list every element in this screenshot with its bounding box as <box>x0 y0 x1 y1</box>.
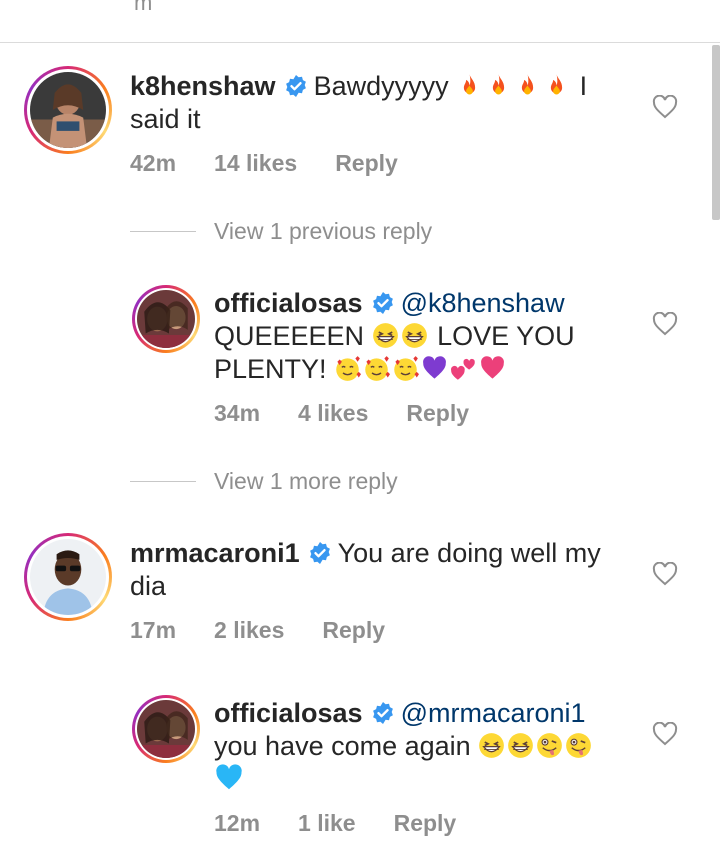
comment-likes[interactable]: 1 like <box>298 810 356 836</box>
avatar[interactable] <box>132 695 200 763</box>
comment-text-tail: I <box>579 71 588 101</box>
comment-time: 12m <box>214 810 261 836</box>
comment-text-line2: said it <box>130 104 201 134</box>
scrollbar[interactable] <box>712 45 720 220</box>
comment-time: 34m <box>214 400 261 426</box>
comment-text: you have come again <box>214 731 471 761</box>
comment-time: 42m <box>130 150 177 176</box>
comment-text: QUEEEEEN <box>214 321 365 351</box>
grinning-squinting-emoji-icon <box>508 733 534 758</box>
mention-link[interactable]: @mrmacaroni1 <box>401 698 586 728</box>
grinning-squinting-emoji-icon <box>479 733 505 758</box>
view-more-reply[interactable]: View 1 more reply <box>214 468 398 495</box>
comment-username[interactable]: mrmacaroni1 <box>130 538 300 568</box>
smiling-hearts-emoji-icon <box>394 356 420 381</box>
verified-badge-icon <box>372 702 393 724</box>
comment-time: 17m <box>130 617 177 643</box>
reply-button[interactable]: Reply <box>394 810 457 836</box>
zany-face-emoji-icon <box>566 733 592 758</box>
avatar[interactable] <box>24 533 112 621</box>
view-replies-line <box>130 481 196 482</box>
comment-text: Bawdyyyyy <box>313 71 449 101</box>
grinning-squinting-emoji-icon <box>401 323 427 348</box>
mention-link[interactable]: @k8henshaw <box>401 288 565 318</box>
avatar[interactable] <box>24 66 112 154</box>
two-hearts-emoji-icon <box>451 358 475 380</box>
verified-badge-icon <box>285 75 306 97</box>
fire-emoji-icon <box>493 74 505 95</box>
pink-heart-emoji-icon <box>481 356 504 379</box>
like-heart-icon[interactable] <box>652 95 678 119</box>
verified-badge-icon <box>309 542 330 564</box>
fire-emoji-icon <box>464 74 476 95</box>
fire-emoji-icon <box>551 74 563 95</box>
divider <box>0 42 720 43</box>
previous-comment-partial: m <box>134 0 153 15</box>
comment-likes[interactable]: 2 likes <box>214 617 284 643</box>
comment-likes[interactable]: 14 likes <box>214 150 297 176</box>
comment-username[interactable]: officialosas <box>214 698 363 728</box>
smiling-hearts-emoji-icon <box>365 356 391 381</box>
comment-likes[interactable]: 4 likes <box>298 400 368 426</box>
comment-username[interactable]: officialosas <box>214 288 363 318</box>
smiling-hearts-emoji-icon <box>336 356 362 381</box>
comment-text: You are doing well my <box>337 538 601 568</box>
purple-heart-emoji-icon <box>423 356 446 379</box>
grinning-squinting-emoji-icon <box>372 323 398 348</box>
view-replies-line <box>130 231 196 232</box>
like-heart-icon[interactable] <box>652 312 678 336</box>
like-heart-icon[interactable] <box>652 562 678 586</box>
comment-text-line2: dia <box>130 571 167 601</box>
reply-button[interactable]: Reply <box>406 400 469 426</box>
comment-username[interactable]: k8henshaw <box>130 71 276 101</box>
blue-heart-emoji-icon <box>216 764 242 790</box>
zany-face-emoji-icon <box>537 733 563 758</box>
fire-emoji-icon <box>522 74 534 95</box>
verified-badge-icon <box>372 292 393 314</box>
reply-button[interactable]: Reply <box>322 617 385 643</box>
view-previous-reply[interactable]: View 1 previous reply <box>214 218 432 245</box>
like-heart-icon[interactable] <box>652 722 678 746</box>
comment-text-line2: PLENTY! <box>214 354 327 384</box>
avatar[interactable] <box>132 285 200 353</box>
comment-text-tail: LOVE YOU <box>437 321 575 351</box>
reply-button[interactable]: Reply <box>335 150 398 176</box>
